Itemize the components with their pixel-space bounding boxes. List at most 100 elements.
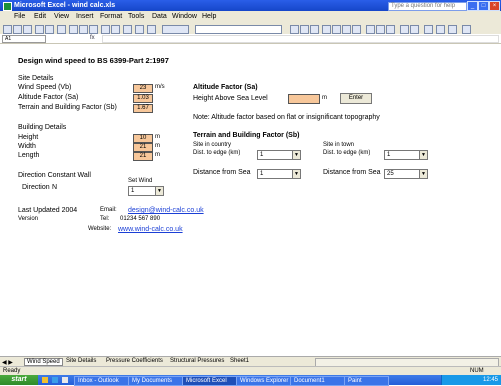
close-icon[interactable]: × (489, 1, 500, 11)
email-label: Email: (100, 207, 117, 213)
formula-input[interactable] (102, 35, 499, 43)
width-cell[interactable]: 21 (133, 143, 153, 152)
redo-icon[interactable] (111, 25, 120, 34)
outdent-icon[interactable] (410, 25, 419, 34)
menu-data[interactable]: Data (152, 13, 167, 20)
chevron-down-icon: ▼ (419, 151, 427, 159)
border-icon[interactable] (424, 25, 433, 34)
currency-icon[interactable] (366, 25, 375, 34)
tab-structural-pressures[interactable]: Structural Pressures (168, 358, 226, 364)
tab-sheet1[interactable]: Sheet1 (228, 358, 251, 364)
quicklaunch-icon[interactable] (52, 377, 58, 383)
align-center-icon[interactable] (332, 25, 341, 34)
font-select[interactable] (195, 25, 282, 34)
quicklaunch-icon[interactable] (62, 377, 68, 383)
orientation-select-value: 1 (131, 188, 135, 194)
undo-icon[interactable] (101, 25, 110, 34)
menu-file[interactable]: File (14, 13, 25, 20)
menu-help[interactable]: Help (202, 13, 216, 20)
formula-bar: A1 fx (0, 34, 501, 44)
building-row-unit: m (155, 134, 160, 140)
altitude-factor-cell[interactable]: 1.03 (133, 94, 153, 103)
tab-site-details[interactable]: Site Details (64, 358, 98, 364)
site-details-heading: Site Details (18, 75, 54, 82)
tab-pressure-coefficients[interactable]: Pressure Coefficients (104, 358, 165, 364)
website-link[interactable]: www.wind-calc.co.uk (118, 226, 183, 233)
align-right-icon[interactable] (342, 25, 351, 34)
bold-icon[interactable] (290, 25, 299, 34)
menu-tools[interactable]: Tools (128, 13, 144, 20)
comma-icon[interactable] (386, 25, 395, 34)
menu-window[interactable]: Window (172, 13, 197, 20)
country-distance-select[interactable]: 1 ▼ (257, 150, 301, 160)
align-left-icon[interactable] (322, 25, 331, 34)
status-ready: Ready (3, 368, 21, 374)
sort-icon[interactable] (135, 25, 144, 34)
country-distance-value: 1 (260, 152, 264, 158)
menu-insert[interactable]: Insert (76, 13, 94, 20)
email-link[interactable]: design@wind-calc.co.uk (128, 207, 204, 214)
percent-icon[interactable] (376, 25, 385, 34)
menu-view[interactable]: View (54, 13, 69, 20)
chevron-down-icon: ▼ (155, 187, 163, 195)
name-box[interactable]: A1 (2, 35, 46, 43)
copy-icon[interactable] (79, 25, 88, 34)
last-updated-label: Last Updated 2004 (18, 207, 78, 214)
town-distance-value: 1 (387, 152, 391, 158)
building-details-heading: Building Details (18, 124, 67, 131)
chart-icon[interactable] (147, 25, 156, 34)
website-label: Website: (88, 226, 112, 232)
sea-distance-town-select[interactable]: 25 ▼ (384, 169, 428, 179)
altitude-input[interactable] (288, 94, 320, 104)
terrain-factor-cell[interactable]: 1.67 (133, 104, 153, 113)
toolbar-options-icon[interactable] (462, 25, 471, 34)
orientation-select[interactable]: 1 ▼ (128, 186, 164, 196)
terrain-country-sub: Dist. to edge (km) (193, 150, 241, 156)
town-distance-select[interactable]: 1 ▼ (384, 150, 428, 160)
orientation-label: Direction (22, 184, 50, 191)
wind-speed-cell[interactable]: 23 (133, 84, 153, 93)
zoom-icon[interactable] (162, 25, 189, 34)
terrain-town-sub: Dist. to edge (km) (323, 150, 371, 156)
menu-format[interactable]: Format (100, 13, 122, 20)
maximize-icon[interactable]: □ (478, 1, 489, 11)
length-cell[interactable]: 21 (133, 152, 153, 161)
save-icon[interactable] (23, 25, 32, 34)
new-icon[interactable] (3, 25, 12, 34)
cut-icon[interactable] (69, 25, 78, 34)
terrain-country-label: Site in country (193, 142, 232, 148)
worksheet[interactable]: Design wind speed to BS 6399-Part 2:1997… (0, 44, 501, 356)
print-icon[interactable] (35, 25, 44, 34)
sea-distance-value: 1 (260, 171, 264, 177)
menu-edit[interactable]: Edit (34, 13, 46, 20)
help-search-input[interactable]: Type a question for help (388, 2, 467, 11)
open-icon[interactable] (13, 25, 22, 34)
sea-distance-select[interactable]: 1 ▼ (257, 169, 301, 179)
preview-icon[interactable] (45, 25, 54, 34)
sea-distance-town-label: Distance from Sea (323, 169, 381, 176)
site-row-label: Altitude Factor (Sa) (18, 94, 79, 101)
title-bar: Microsoft Excel - wind calc.xls Type a q… (0, 0, 501, 11)
height-cell[interactable]: 10 (133, 134, 153, 143)
paste-icon[interactable] (89, 25, 98, 34)
minimize-icon[interactable]: _ (467, 1, 478, 11)
fill-color-icon[interactable] (436, 25, 445, 34)
indent-icon[interactable] (400, 25, 409, 34)
clock: 12:45 (482, 377, 498, 383)
tab-wind-speed[interactable]: Wind Speed (24, 358, 63, 366)
status-num: NUM (470, 368, 484, 374)
underline-icon[interactable] (310, 25, 319, 34)
tab-nav-icon[interactable]: ◀ ▶ (2, 359, 13, 366)
autosum-icon[interactable] (123, 25, 132, 34)
orientation-dropdown-label: Set Wind (128, 178, 153, 184)
fx-icon[interactable]: fx (90, 35, 95, 41)
spell-icon[interactable] (57, 25, 66, 34)
quicklaunch-icon[interactable] (42, 377, 48, 383)
italic-icon[interactable] (300, 25, 309, 34)
altitude-enter-button[interactable]: Enter (340, 93, 372, 104)
altitude-heading: Altitude Factor (Sa) (193, 84, 258, 91)
tel-value: 01234 567 890 (120, 216, 161, 222)
merge-icon[interactable] (352, 25, 361, 34)
font-color-icon[interactable] (448, 25, 457, 34)
start-button[interactable]: start (0, 375, 38, 385)
